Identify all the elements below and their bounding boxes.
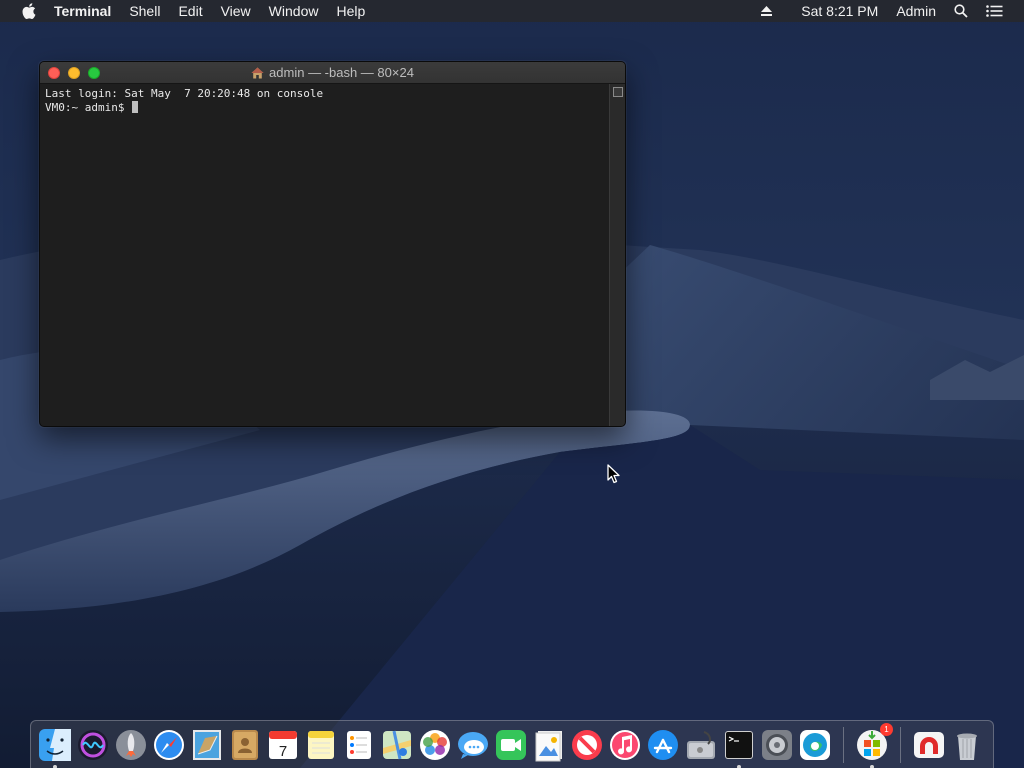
preview-icon[interactable] [532,728,566,762]
messages-icon[interactable] [456,728,490,762]
news-icon[interactable] [570,728,604,762]
window-titlebar[interactable]: admin — -bash — 80×24 [40,62,625,84]
menu-bar: Terminal Shell Edit View Window Help Sat… [0,0,1024,22]
terminal-prompt: VM0:~ admin$ [45,101,132,114]
window-title: admin — -bash — 80×24 [269,65,414,80]
edge-icon[interactable] [798,728,832,762]
dock: 7 1 [30,720,994,768]
terminal-window[interactable]: admin — -bash — 80×24 Last login: Sat Ma… [39,61,626,427]
menu-app-name[interactable]: Terminal [45,0,120,22]
magnet-icon[interactable] [912,728,946,762]
menu-help[interactable]: Help [327,0,374,22]
apple-logo-icon[interactable] [18,0,40,22]
dock-separator [843,726,844,763]
split-pane-button[interactable] [613,87,623,97]
office-installer-icon[interactable]: 1 [855,722,893,768]
scrollbar[interactable] [609,84,625,426]
maps-icon[interactable] [380,728,414,762]
reminders-icon[interactable] [342,728,376,762]
search-icon[interactable] [945,4,977,18]
menu-shell[interactable]: Shell [120,0,169,22]
notes-icon[interactable] [304,728,338,762]
menu-edit[interactable]: Edit [169,0,211,22]
app-store-icon[interactable] [646,728,680,762]
menu-window[interactable]: Window [260,0,328,22]
terminal-icon[interactable] [722,728,756,768]
photos-icon[interactable] [418,728,452,762]
home-icon [251,67,264,78]
launchpad-icon[interactable] [114,728,148,762]
mail-icon[interactable] [190,728,224,762]
list-icon[interactable] [977,5,1012,17]
text-cursor [132,101,139,113]
mouse-pointer-icon [607,464,620,484]
safari-icon[interactable] [152,728,186,762]
notification-badge: 1 [880,722,893,736]
contacts-icon[interactable] [228,728,262,762]
maximize-button[interactable] [88,67,100,79]
trash-icon[interactable] [950,728,984,762]
music-icon[interactable] [608,728,642,762]
finder-icon[interactable] [38,728,72,768]
disk-utility-icon[interactable] [684,728,718,762]
siri-icon[interactable] [76,728,110,762]
terminal-line: Last login: Sat May 7 20:20:48 on consol… [45,87,324,100]
close-button[interactable] [48,67,60,79]
system-preferences-icon[interactable] [760,728,794,762]
svg-text:7: 7 [279,743,287,760]
facetime-icon[interactable] [494,728,528,762]
minimize-button[interactable] [68,67,80,79]
menu-view[interactable]: View [212,0,260,22]
dock-separator [900,726,901,763]
user-menu[interactable]: Admin [887,0,945,22]
terminal-prompt-line[interactable]: VM0:~ admin$ [45,101,604,115]
terminal-output[interactable]: Last login: Sat May 7 20:20:48 on consol… [40,84,609,426]
clock[interactable]: Sat 8:21 PM [792,0,887,22]
eject-icon[interactable] [751,5,782,17]
calendar-icon[interactable]: 7 [266,728,300,762]
